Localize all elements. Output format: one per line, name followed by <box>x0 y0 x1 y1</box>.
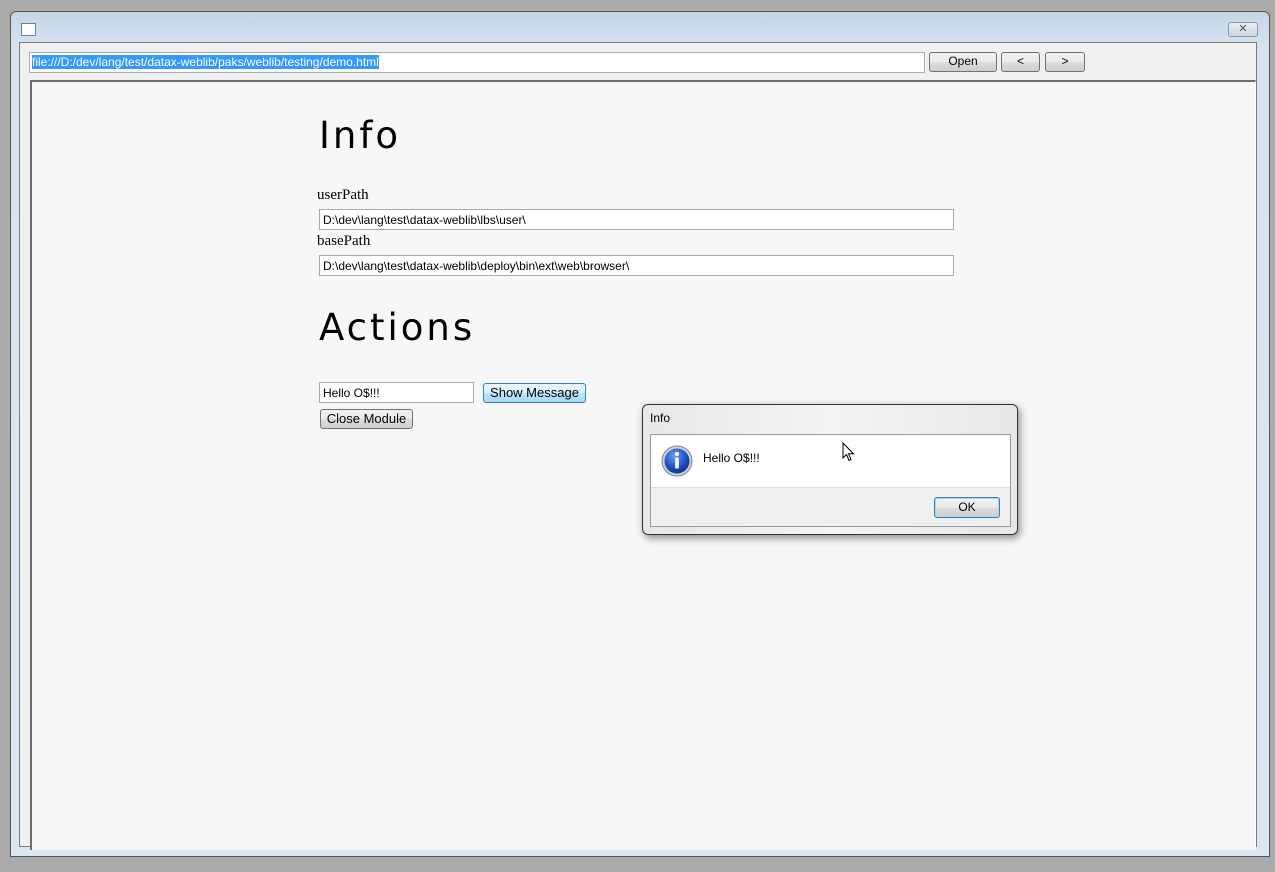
back-button[interactable]: < <box>1001 52 1040 72</box>
actions-heading: Actions <box>319 306 476 349</box>
ok-button[interactable]: OK <box>934 497 1000 518</box>
forward-button[interactable]: > <box>1045 52 1085 72</box>
window-close-button[interactable]: ✕ <box>1228 22 1258 37</box>
dialog-body: Hello O$!!! OK <box>650 434 1011 527</box>
client-area: file:///D:/dev/lang/test/datax-weblib/pa… <box>19 42 1257 850</box>
base-path-field[interactable]: D:\dev\lang\test\datax-weblib\deploy\bin… <box>319 255 954 276</box>
message-input[interactable]: Hello O$!!! <box>319 382 474 403</box>
show-message-button[interactable]: Show Message <box>483 383 586 403</box>
window-icon <box>21 23 36 36</box>
user-path-field[interactable]: D:\dev\lang\test\datax-weblib\lbs\user\ <box>319 209 954 230</box>
info-heading: Info <box>319 114 402 157</box>
close-module-button[interactable]: Close Module <box>320 409 413 429</box>
dialog-title: Info <box>650 411 671 425</box>
mouse-cursor-icon <box>842 442 855 462</box>
app-window: ✕ file:///D:/dev/lang/test/datax-weblib/… <box>10 11 1270 857</box>
url-text: file:///D:/dev/lang/test/datax-weblib/pa… <box>32 55 379 69</box>
url-input[interactable]: file:///D:/dev/lang/test/datax-weblib/pa… <box>29 52 925 73</box>
open-button[interactable]: Open <box>929 52 997 72</box>
dialog-message-area: Hello O$!!! <box>651 435 1010 488</box>
base-path-label: basePath <box>317 233 371 249</box>
user-path-label: userPath <box>317 187 369 203</box>
dialog-message: Hello O$!!! <box>703 451 760 465</box>
info-icon <box>661 445 693 477</box>
info-dialog: Info Hello O$!!! OK <box>642 404 1018 535</box>
